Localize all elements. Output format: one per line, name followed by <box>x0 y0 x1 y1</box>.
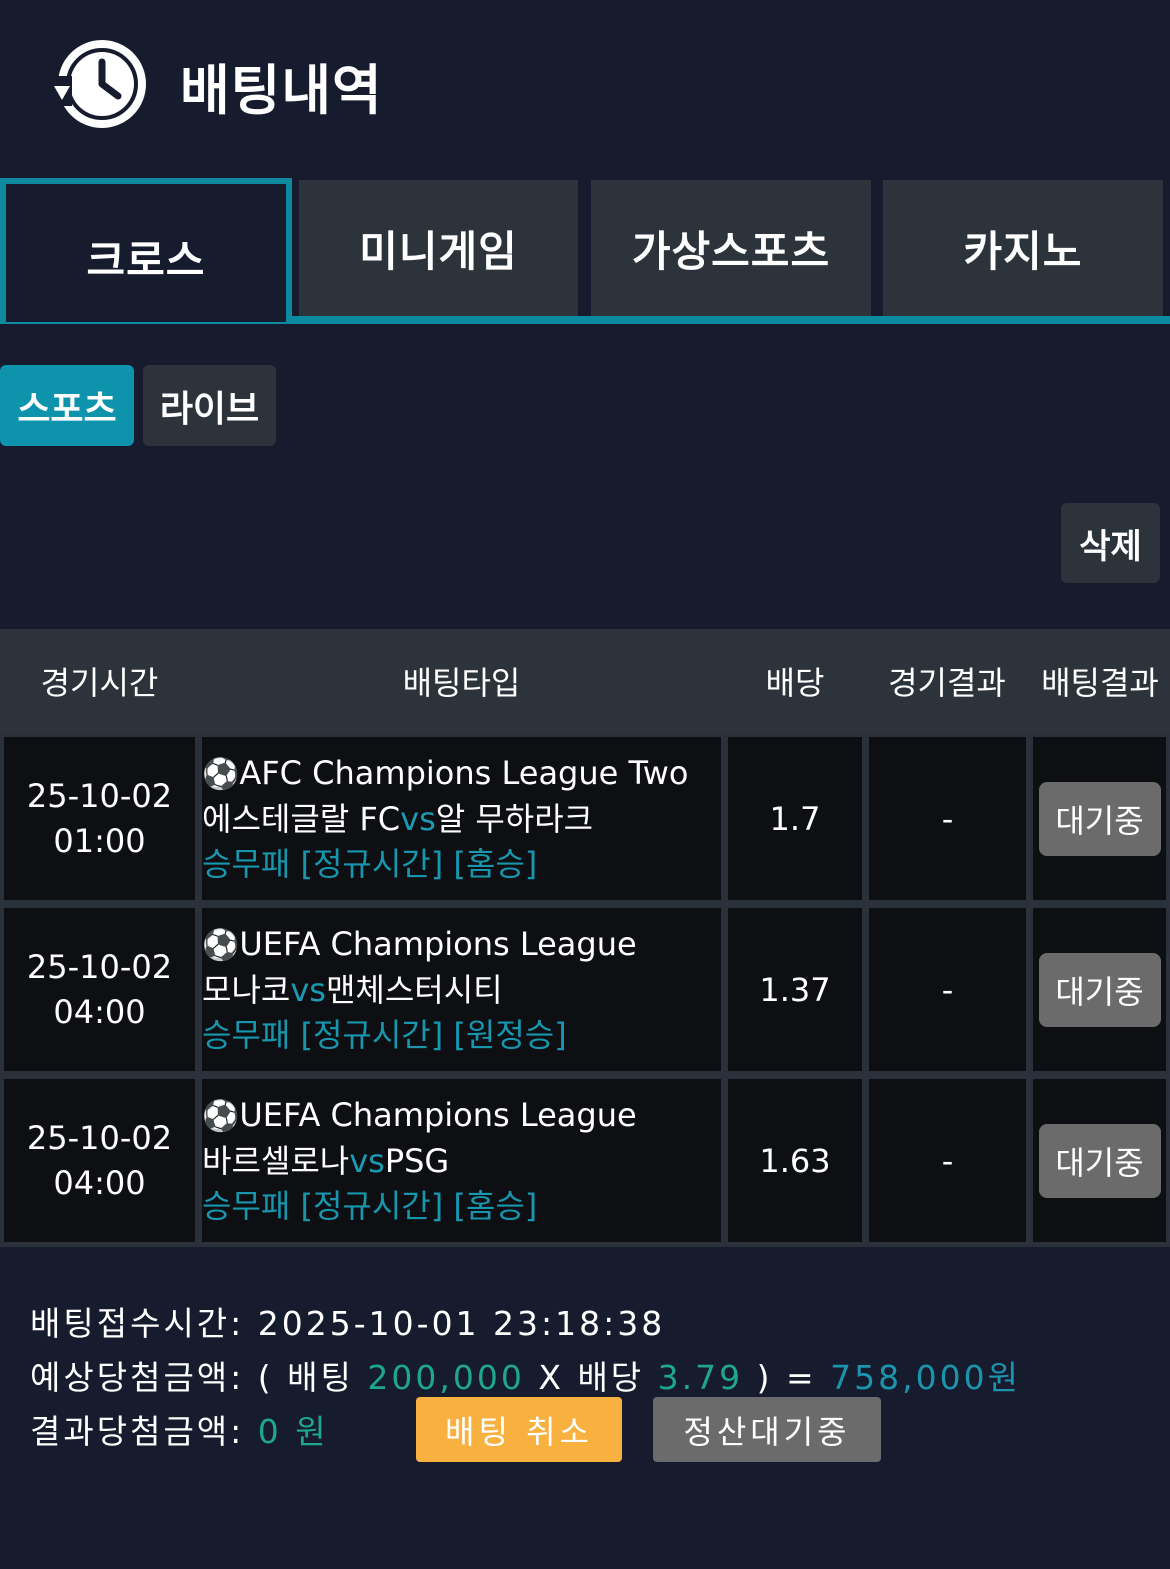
bet-result-cell: 대기중 <box>1033 1079 1166 1242</box>
expected-close: ) = <box>756 1358 817 1397</box>
result-amount: 0 원 <box>257 1412 329 1451</box>
bet-selection: 승무패 [정규시간] [홈승] <box>202 844 538 883</box>
table-body: 25-10-02 01:00 ⚽AFC Champions League Two… <box>0 733 1170 1247</box>
pending-badge: 대기중 <box>1038 781 1161 856</box>
game-clock: 04:00 <box>53 992 146 1031</box>
page-header: 배팅내역 <box>0 0 1170 170</box>
league-name: UEFA Champions League <box>239 924 637 963</box>
vs-label: vs <box>400 799 436 838</box>
match-line: 에스테글랄 FCvs알 무하라크 <box>202 797 593 842</box>
received-time-label: 배팅접수시간: <box>30 1304 245 1343</box>
game-time-cell: 25-10-02 01:00 <box>4 737 195 900</box>
subtab-sports[interactable]: 스포츠 <box>0 365 134 446</box>
vs-label: vs <box>290 970 326 1009</box>
bet-amount: 200,000 <box>367 1358 525 1397</box>
away-team: 맨체스터시티 <box>325 970 503 1009</box>
tab-virtual-sports[interactable]: 가상스포츠 <box>591 180 871 316</box>
league-name: AFC Champions League Two <box>239 753 689 792</box>
bet-type-cell: ⚽AFC Champions League Two 에스테글랄 FCvs알 무하… <box>202 737 721 900</box>
subtab-label: 라이브 <box>159 388 260 430</box>
settlement-pending-button[interactable]: 정산대기중 <box>653 1397 881 1462</box>
expected-label: 예상당첨금액: <box>30 1358 245 1397</box>
game-clock: 04:00 <box>53 1163 146 1202</box>
game-time-cell: 25-10-02 04:00 <box>4 1079 195 1242</box>
pending-badge: 대기중 <box>1038 1123 1161 1198</box>
delete-button[interactable]: 삭제 <box>1061 503 1160 583</box>
league-name: UEFA Champions League <box>239 1095 637 1134</box>
match-line: 바르셀로나vsPSG <box>202 1139 449 1184</box>
expected-winnings-line: 예상당첨금액: ( 배팅 200,000 X 배당 3.79 ) = 758,0… <box>30 1351 1021 1399</box>
header-game-result: 경기결과 <box>888 664 1006 702</box>
tab-cross[interactable]: 크로스 <box>0 178 292 322</box>
x-odds-label: X 배당 <box>538 1358 645 1397</box>
game-time-cell: 25-10-02 04:00 <box>4 908 195 1071</box>
home-team: 모나코 <box>202 970 291 1009</box>
received-time-line: 배팅접수시간: 2025-10-01 23:18:38 <box>30 1297 665 1345</box>
bet-type-cell: ⚽UEFA Champions League 바르셀로나vsPSG 승무패 [정… <box>202 1079 721 1242</box>
game-result-cell: - <box>869 908 1026 1071</box>
subtab-live[interactable]: 라이브 <box>143 365 276 446</box>
table-row: 25-10-02 01:00 ⚽AFC Champions League Two… <box>0 733 1170 904</box>
header-bet-type: 배팅타입 <box>402 664 521 702</box>
league-line: ⚽UEFA Champions League <box>202 922 637 968</box>
received-time-value: 2025-10-01 23:18:38 <box>257 1304 666 1343</box>
table-header: 경기시간 배팅타입 배당 경기결과 배팅결과 <box>0 629 1170 733</box>
cancel-bet-button[interactable]: 배팅 취소 <box>416 1397 622 1462</box>
result-winnings-line: 결과당첨금액: 0 원 <box>30 1405 329 1453</box>
bet-result-cell: 대기중 <box>1033 908 1166 1071</box>
odds-cell: 1.37 <box>728 908 862 1071</box>
table-row: 25-10-02 04:00 ⚽UEFA Champions League 바르… <box>0 1075 1170 1246</box>
game-date: 25-10-02 <box>26 1118 173 1157</box>
result-label: 결과당첨금액: <box>30 1412 245 1451</box>
pending-badge: 대기중 <box>1038 952 1161 1027</box>
bet-selection: 승무패 [정규시간] [원정승] <box>202 1015 567 1054</box>
header-bet-result: 배팅결과 <box>1041 664 1159 702</box>
subtab-label: 스포츠 <box>17 388 117 430</box>
tab-casino[interactable]: 카지노 <box>883 180 1163 316</box>
league-line: ⚽AFC Champions League Two <box>202 751 689 797</box>
tab-label: 미니게임 <box>359 226 518 276</box>
bet-type-cell: ⚽UEFA Champions League 모나코vs맨체스터시티 승무패 [… <box>202 908 721 1071</box>
tab-label: 카지노 <box>963 226 1083 276</box>
soccer-ball-icon: ⚽ <box>202 927 240 963</box>
tab-minigame[interactable]: 미니게임 <box>299 180 578 316</box>
expected-amount: 758,000원 <box>830 1358 1021 1397</box>
expected-open: ( 배팅 <box>257 1358 354 1397</box>
game-result-cell: - <box>869 1079 1026 1242</box>
match-line: 모나코vs맨체스터시티 <box>202 968 503 1013</box>
away-team: 알 무하라크 <box>435 799 594 838</box>
soccer-ball-icon: ⚽ <box>202 1098 240 1134</box>
bet-result-cell: 대기중 <box>1033 737 1166 900</box>
home-team: 에스테글랄 FC <box>202 799 401 838</box>
away-team: PSG <box>384 1141 450 1180</box>
bet-selection: 승무패 [정규시간] [홈승] <box>202 1186 538 1225</box>
soccer-ball-icon: ⚽ <box>202 756 240 792</box>
header-odds: 배당 <box>765 664 825 702</box>
tab-label: 가상스포츠 <box>631 226 831 276</box>
table-row: 25-10-02 04:00 ⚽UEFA Champions League 모나… <box>0 904 1170 1075</box>
page-title: 배팅내역 <box>180 59 383 122</box>
home-team: 바르셀로나 <box>202 1141 350 1180</box>
game-clock: 01:00 <box>53 821 146 860</box>
game-date: 25-10-02 <box>26 776 173 815</box>
league-line: ⚽UEFA Champions League <box>202 1093 637 1139</box>
vs-label: vs <box>349 1141 385 1180</box>
total-odds: 3.79 <box>657 1358 744 1397</box>
game-date: 25-10-02 <box>26 947 173 986</box>
odds-cell: 1.63 <box>728 1079 862 1242</box>
header-game-time: 경기시간 <box>40 664 159 702</box>
tab-label: 크로스 <box>86 235 206 285</box>
history-clock-icon <box>50 40 146 128</box>
game-result-cell: - <box>869 737 1026 900</box>
odds-cell: 1.7 <box>728 737 862 900</box>
